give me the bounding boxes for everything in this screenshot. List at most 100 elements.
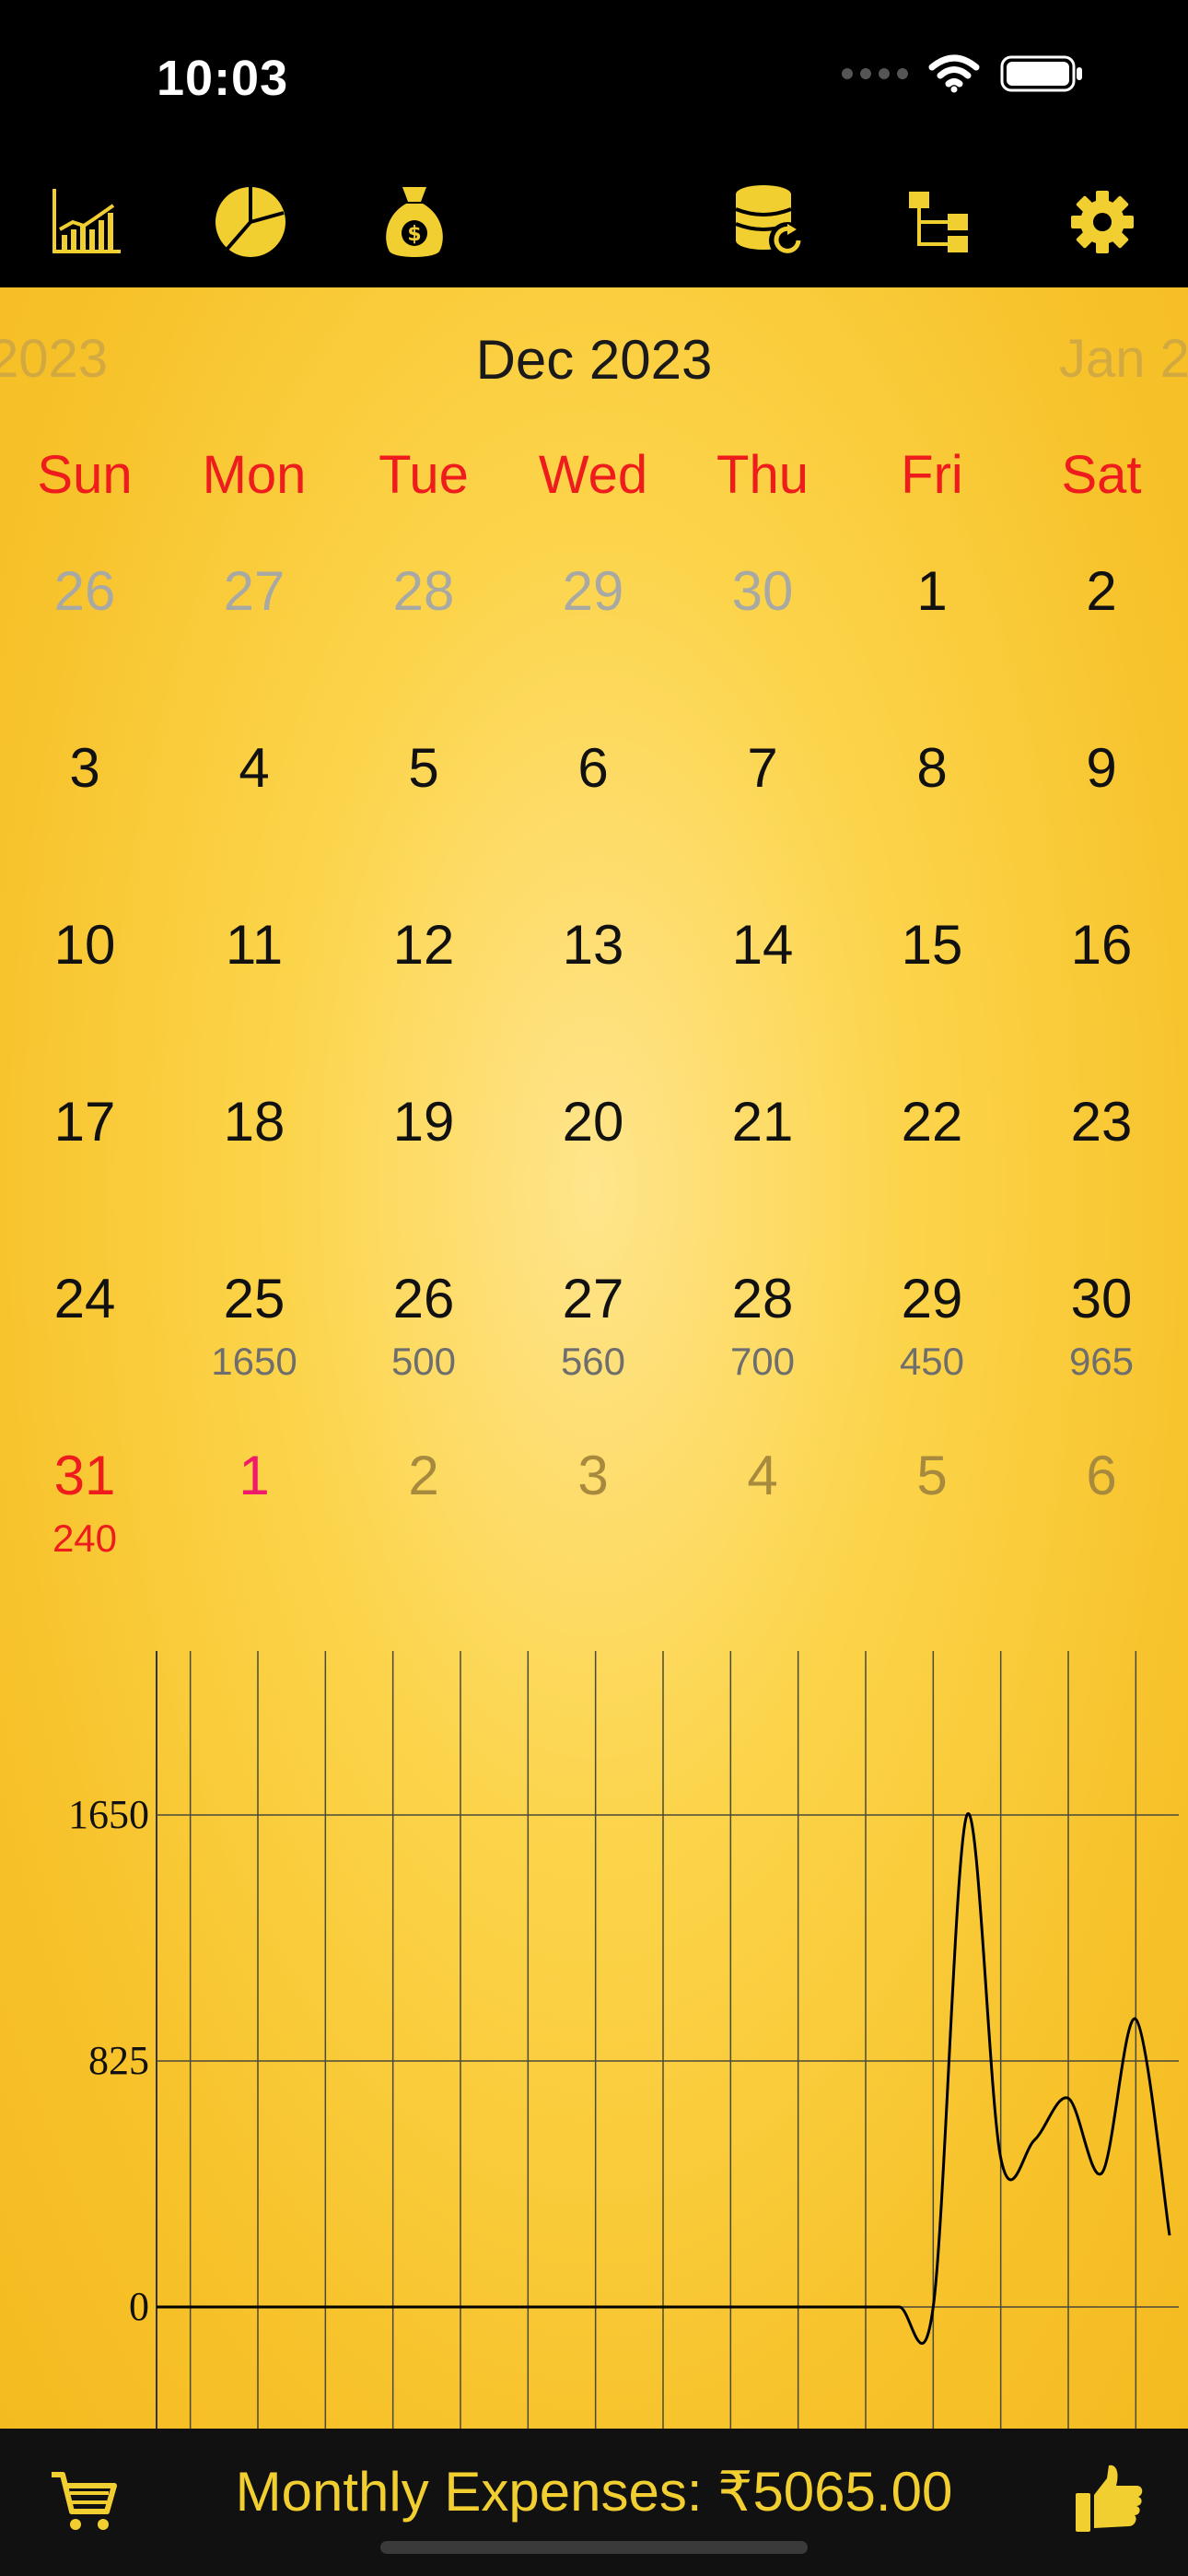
day-number: 5: [408, 737, 439, 799]
calendar-day[interactable]: 3: [0, 741, 169, 918]
calendar-day[interactable]: 22: [847, 1095, 1017, 1271]
calendar-day[interactable]: 28: [339, 564, 508, 741]
day-number: 31: [53, 1445, 116, 1506]
bottom-bar: Monthly Expenses: ₹5065.00: [0, 2429, 1188, 2576]
weekday-label: Sat: [1061, 445, 1142, 505]
calendar-day[interactable]: 18: [169, 1095, 339, 1271]
calendar-day[interactable]: 31 240: [0, 1448, 169, 1625]
screen: 10:03 $ 2023 Dec 2023 Jan 2 Sun Mon Tue …: [0, 0, 1188, 2576]
calendar-day[interactable]: 26: [0, 564, 169, 741]
day-number: 28: [392, 560, 455, 622]
day-expense-amount: 500: [390, 1340, 457, 1383]
thumbs-up-icon: [1076, 2465, 1143, 2532]
calendar-day[interactable]: 19: [339, 1095, 508, 1271]
weekday-label: Thu: [716, 445, 809, 505]
bar-chart-button[interactable]: [26, 157, 146, 287]
calendar-day[interactable]: 15: [847, 918, 1017, 1095]
day-expense-amount: 560: [560, 1340, 626, 1383]
weekday-header: Sun Mon Tue Wed Thu Fri Sat: [0, 444, 1188, 518]
day-number: 6: [1086, 1445, 1117, 1506]
day-number: 26: [392, 1268, 455, 1329]
monthly-expenses-summary: Monthly Expenses: ₹5065.00: [0, 2460, 1188, 2524]
like-button[interactable]: [1072, 2462, 1146, 2535]
calendar-day[interactable]: 13: [508, 918, 678, 1095]
calendar-day[interactable]: 30: [678, 564, 847, 741]
day-number: 27: [223, 560, 285, 622]
wifi-icon: [928, 54, 980, 93]
calendar-day[interactable]: 29: [508, 564, 678, 741]
home-indicator[interactable]: [380, 2541, 808, 2554]
calendar-day[interactable]: 6: [508, 741, 678, 918]
calendar-day[interactable]: 5: [847, 1448, 1017, 1625]
day-number: 21: [731, 1091, 794, 1153]
day-number: 30: [1070, 1268, 1133, 1329]
category-tree-icon: [909, 192, 968, 252]
day-number: 17: [53, 1091, 116, 1153]
calendar-day[interactable]: 29 450: [847, 1271, 1017, 1448]
calendar-day[interactable]: 7: [678, 741, 847, 918]
day-number: 1: [239, 1445, 270, 1506]
calendar-day[interactable]: 4: [678, 1448, 847, 1625]
day-number: 10: [53, 914, 116, 976]
calendar-day[interactable]: 16: [1017, 918, 1186, 1095]
chart-y-tick-label: 825: [88, 2038, 149, 2083]
calendar-day[interactable]: 26 500: [339, 1271, 508, 1448]
coins-refresh-icon: [735, 185, 806, 259]
day-number: 3: [577, 1445, 609, 1506]
day-number: 11: [225, 914, 284, 976]
calendar-day[interactable]: 3: [508, 1448, 678, 1625]
calendar-day[interactable]: 11: [169, 918, 339, 1095]
calendar-day[interactable]: 21: [678, 1095, 847, 1271]
day-number: 28: [731, 1268, 794, 1329]
calendar-day[interactable]: 5: [339, 741, 508, 918]
calendar-day[interactable]: 8: [847, 741, 1017, 918]
calendar-day[interactable]: 6: [1017, 1448, 1186, 1625]
calendar-day[interactable]: 4: [169, 741, 339, 918]
calendar-day[interactable]: 2: [339, 1448, 508, 1625]
day-number: 4: [747, 1445, 778, 1506]
coins-refresh-button[interactable]: [711, 157, 831, 287]
pie-chart-button[interactable]: [191, 157, 310, 287]
category-tree-button[interactable]: [879, 157, 999, 287]
calendar-day[interactable]: 24: [0, 1271, 169, 1448]
day-expense-amount: 450: [899, 1340, 965, 1383]
day-number: 4: [239, 737, 270, 799]
calendar-day[interactable]: 17: [0, 1095, 169, 1271]
day-expense-amount: 240: [52, 1516, 118, 1560]
calendar-day[interactable]: 28 700: [678, 1271, 847, 1448]
money-bag-button[interactable]: $: [355, 157, 474, 287]
day-number: 23: [1070, 1091, 1133, 1153]
calendar-day[interactable]: 9: [1017, 741, 1186, 918]
calendar-day[interactable]: 23: [1017, 1095, 1186, 1271]
day-number: 29: [901, 1268, 963, 1329]
day-number: 12: [392, 914, 455, 976]
status-icons: [842, 53, 1085, 94]
day-number: 9: [1086, 737, 1117, 799]
day-number: 29: [562, 560, 624, 622]
calendar-day[interactable]: 2: [1017, 564, 1186, 741]
summary-value: ₹5065.00: [717, 2461, 953, 2523]
day-expense-amount: 1650: [211, 1340, 297, 1383]
calendar-day[interactable]: 10: [0, 918, 169, 1095]
calendar-day[interactable]: 1: [847, 564, 1017, 741]
calendar-day[interactable]: 27 560: [508, 1271, 678, 1448]
calendar-day[interactable]: 30 965: [1017, 1271, 1186, 1448]
day-number: 7: [747, 737, 778, 799]
day-number: 15: [901, 914, 963, 976]
day-number: 3: [69, 737, 100, 799]
day-number: 22: [901, 1091, 963, 1153]
day-number: 13: [562, 914, 624, 976]
calendar-day[interactable]: 1: [169, 1448, 339, 1625]
day-number: 2: [1086, 560, 1117, 622]
calendar-day[interactable]: 14: [678, 918, 847, 1095]
day-number: 27: [562, 1268, 624, 1329]
month-navigator[interactable]: 2023 Dec 2023 Jan 2: [0, 315, 1188, 392]
calendar-day[interactable]: 25 1650: [169, 1271, 339, 1448]
calendar-day[interactable]: 12: [339, 918, 508, 1095]
money-bag-icon: $: [386, 187, 443, 257]
calendar-day[interactable]: 20: [508, 1095, 678, 1271]
next-month-label[interactable]: Jan 2: [1059, 328, 1188, 390]
calendar-day[interactable]: 27: [169, 564, 339, 741]
settings-button[interactable]: [1042, 157, 1162, 287]
toolbar: $: [0, 157, 1188, 287]
